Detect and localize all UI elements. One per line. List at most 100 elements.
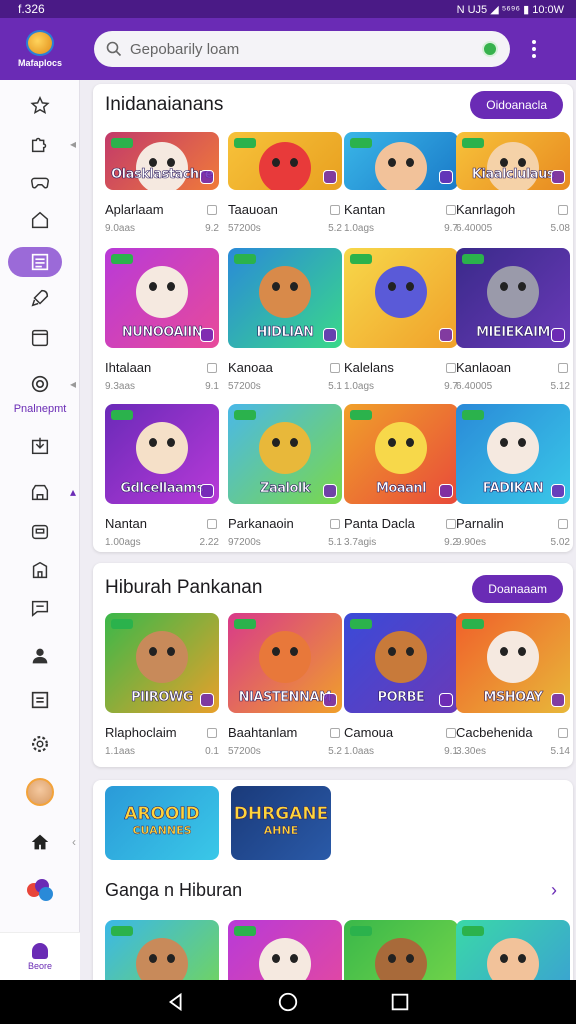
checkbox-icon[interactable] xyxy=(446,518,456,529)
checkbox-icon[interactable] xyxy=(446,204,456,215)
game-thumbnail: FADIKAN xyxy=(456,404,570,504)
corner-badge-icon xyxy=(200,170,214,184)
game-tile[interactable]: Kantan 1.0ags 9.7 xyxy=(344,132,458,234)
recents-icon[interactable] xyxy=(389,991,411,1013)
label-badge-icon xyxy=(111,254,133,264)
game-rating: 9.1 xyxy=(205,381,219,392)
checkbox-icon[interactable] xyxy=(330,727,340,738)
game-tile[interactable]: NIASTENNAM Baahtanlam 57200s 5.2 xyxy=(228,613,342,757)
game-name: Nantan xyxy=(105,516,147,531)
more-menu-icon[interactable] xyxy=(532,40,536,58)
checkbox-icon[interactable] xyxy=(446,727,456,738)
game-tile[interactable]: Gdlcellaams Nantan 1.00ags 2.22 xyxy=(105,404,219,548)
app-logo[interactable]: Mafaplocs xyxy=(0,30,80,68)
promo-banner[interactable]: DHRGANE AHNE xyxy=(231,786,331,860)
checkbox-icon[interactable] xyxy=(558,362,568,373)
checkbox-icon[interactable] xyxy=(330,518,340,529)
back-icon[interactable] xyxy=(165,991,187,1013)
home-button-icon[interactable] xyxy=(277,991,299,1013)
game-tile[interactable] xyxy=(228,920,342,980)
game-tile[interactable]: Olasklastachre Aplarlaam 9.0aas 9.2 xyxy=(105,132,219,234)
game-tile[interactable]: Zaalolk Parkanaoin 97200s 5.1 xyxy=(228,404,342,548)
game-tile[interactable]: MSHOAY Cacbehenida 3.30es 5.14 xyxy=(456,613,570,757)
sidebar-item-favorites[interactable] xyxy=(0,90,80,122)
game-tile[interactable]: FADIKAN Parnalin 9.90es 5.02 xyxy=(456,404,570,548)
game-thumbnail xyxy=(456,920,570,980)
grid-list-icon xyxy=(31,253,49,271)
system-nav-bar xyxy=(0,980,576,1024)
sidebar-item-account[interactable] xyxy=(0,776,80,808)
character-icon xyxy=(375,422,427,474)
sidebar-item-download[interactable] xyxy=(0,430,80,462)
section-action-button[interactable]: Oidoanacla xyxy=(470,91,563,119)
game-tile[interactable] xyxy=(105,920,219,980)
character-icon xyxy=(136,266,188,318)
corner-badge-icon xyxy=(439,170,453,184)
game-thumbnail: PORBE xyxy=(344,613,458,713)
checkbox-icon[interactable] xyxy=(330,204,340,215)
game-meta: 3.30es xyxy=(456,746,487,757)
game-name: Ihtalaan xyxy=(105,360,152,375)
checkbox-icon[interactable] xyxy=(446,362,456,373)
sidebar-item-puzzle[interactable]: ◂ xyxy=(0,128,80,160)
checkbox-icon[interactable] xyxy=(558,518,568,529)
sidebar-item-settings[interactable] xyxy=(0,728,80,760)
checkbox-icon[interactable] xyxy=(207,727,217,738)
game-name: Kanoaa xyxy=(228,360,273,375)
sidebar-item-games[interactable] xyxy=(0,166,80,198)
game-tile[interactable]: PIIROWG Rlaphoclaim 1.1aas 0.1 xyxy=(105,613,219,757)
section-action-button[interactable]: Doanaaam xyxy=(472,575,563,603)
store-icon xyxy=(31,484,49,501)
label-badge-icon xyxy=(462,254,484,264)
sidebar-item-window[interactable] xyxy=(0,322,80,354)
checkbox-icon[interactable] xyxy=(207,518,217,529)
game-meta: 1.00ags xyxy=(105,537,141,548)
character-icon xyxy=(259,938,311,980)
sidebar-item-store[interactable]: ▴ xyxy=(0,476,80,508)
sidebar-bottom-tab[interactable]: Beore xyxy=(0,932,80,980)
game-thumbnail: MIEIEKAIM xyxy=(456,248,570,348)
checkbox-icon[interactable] xyxy=(558,727,568,738)
checkbox-icon[interactable] xyxy=(207,204,217,215)
sidebar-item-community[interactable] xyxy=(0,874,80,906)
game-meta: 1.1aas xyxy=(105,746,136,757)
game-tile[interactable]: HIDLIAN Kanoaa 57200s 5.1 xyxy=(228,248,342,392)
game-tile[interactable]: NUNOOAIIN Ihtalaan 9.3aas 9.1 xyxy=(105,248,219,392)
character-icon xyxy=(375,631,427,683)
sidebar-item-rocket[interactable] xyxy=(0,282,80,314)
game-rating: 5.08 xyxy=(550,223,570,234)
game-tile[interactable]: PORBE Camoua 1.0aas 9.1 xyxy=(344,613,458,757)
status-time: f.326 xyxy=(18,2,45,16)
game-thumbnail: HIDLIAN xyxy=(228,248,342,348)
sidebar-item-profile[interactable] xyxy=(0,640,80,672)
game-tile[interactable]: Moaanl Panta Dacla 3.7agis 9.2 xyxy=(344,404,458,548)
search-input[interactable] xyxy=(130,40,482,58)
checkbox-icon[interactable] xyxy=(330,362,340,373)
sidebar-item-home[interactable] xyxy=(0,204,80,236)
promo-banner[interactable]: AROOID CUANNES xyxy=(105,786,219,860)
sidebar-item-main[interactable]: ‹ xyxy=(0,826,80,858)
chevron-right-icon[interactable]: › xyxy=(551,880,557,901)
game-tile[interactable]: Taauoan 57200s 5.2 xyxy=(228,132,342,234)
game-tile[interactable] xyxy=(344,920,458,980)
sidebar-item-house[interactable] xyxy=(0,554,80,586)
game-tile[interactable]: Kiaalclulaus Kanrlagoh 6.40005 5.08 xyxy=(456,132,570,234)
sidebar-item-target[interactable]: ◂ xyxy=(0,368,80,400)
game-tile[interactable] xyxy=(456,920,570,980)
sidebar-item-messages[interactable] xyxy=(0,592,80,624)
checkbox-icon[interactable] xyxy=(207,362,217,373)
game-tile[interactable]: MIEIEKAIM Kanlaoan 6.40005 5.12 xyxy=(456,248,570,392)
sidebar-item-list[interactable] xyxy=(0,684,80,716)
game-rating: 2.22 xyxy=(199,537,219,548)
game-thumbnail: NUNOOAIIN xyxy=(105,248,219,348)
label-badge-icon xyxy=(350,254,372,264)
game-meta: 97200s xyxy=(228,537,261,548)
sidebar-item-console[interactable] xyxy=(0,516,80,548)
game-name: Aplarlaam xyxy=(105,202,164,217)
label-badge-icon xyxy=(234,410,256,420)
game-tile[interactable]: Kalelans 1.0ags 9.7 xyxy=(344,248,458,392)
checkbox-icon[interactable] xyxy=(558,204,568,215)
sidebar-item-catalog[interactable] xyxy=(0,246,80,278)
banner-subtitle: CUANNES xyxy=(132,824,192,837)
search-bar[interactable] xyxy=(94,31,510,67)
